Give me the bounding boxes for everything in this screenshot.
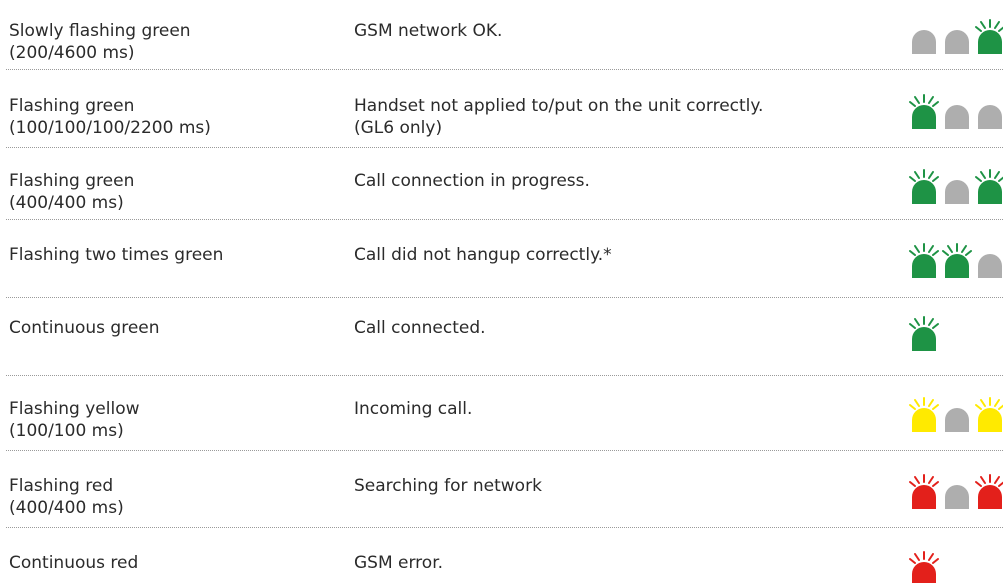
row-divider — [6, 147, 1003, 148]
led-state-cell: Flashing yellow (100/100 ms) — [9, 398, 339, 442]
led-lit-icon — [975, 474, 1003, 509]
row-divider — [6, 375, 1003, 376]
led-off-icon — [978, 105, 1002, 129]
led-meaning-cell: Incoming call. — [354, 398, 894, 420]
led-state-text: Slowly flashing green — [9, 21, 191, 41]
led-meaning-text: GSM error. — [354, 553, 444, 573]
led-state-text: Flashing two times green — [9, 245, 224, 265]
led-lit-icon — [909, 316, 939, 351]
led-lit-icon — [909, 243, 939, 278]
row-divider — [6, 69, 1003, 70]
led-lit-icon — [909, 474, 939, 509]
led-state-cell: Flashing two times green — [9, 244, 339, 266]
led-meaning-text: Incoming call. — [354, 399, 473, 419]
led-state-cell: Continuous green — [9, 317, 339, 339]
led-meaning-text: Call connected. — [354, 318, 486, 338]
led-state-cell: Flashing green (100/100/100/2200 ms) — [9, 95, 339, 139]
led-meaning-text: GSM network OK. — [354, 21, 503, 41]
led-state-text: Flashing yellow — [9, 399, 140, 419]
led-meaning-cell: GSM network OK. — [354, 20, 894, 42]
led-off-icon — [945, 30, 969, 54]
led-state-timing: (200/4600 ms) — [9, 43, 135, 63]
row-divider — [6, 450, 1003, 451]
led-lit-icon — [909, 169, 939, 204]
led-state-cell: Flashing green (400/400 ms) — [9, 170, 339, 214]
row-divider — [6, 297, 1003, 298]
led-off-icon — [945, 180, 969, 204]
led-lit-icon — [909, 94, 939, 129]
led-meaning-text: Handset not applied to/put on the unit c… — [354, 96, 764, 116]
led-state-timing: (400/400 ms) — [9, 498, 124, 518]
led-state-cell: Flashing red (400/400 ms) — [9, 475, 339, 519]
led-off-icon — [945, 408, 969, 432]
led-state-timing: (100/100/100/2200 ms) — [9, 118, 211, 138]
led-lit-icon — [975, 397, 1003, 432]
led-meaning-text: Call did not hangup correctly.* — [354, 245, 612, 265]
led-state-text: Continuous green — [9, 318, 160, 338]
led-meaning-cell: Call connected. — [354, 317, 894, 339]
led-off-icon — [945, 105, 969, 129]
led-meaning-cell: Call did not hangup correctly.* — [354, 244, 894, 266]
led-lit-icon — [909, 397, 939, 432]
led-state-text: Flashing green — [9, 171, 135, 191]
led-state-text: Flashing green — [9, 96, 135, 116]
led-state-timing: (400/400 ms) — [9, 193, 124, 213]
led-state-cell: Continuous red — [9, 552, 339, 574]
led-lit-icon — [975, 169, 1003, 204]
led-off-icon — [978, 254, 1002, 278]
led-state-text: Flashing red — [9, 476, 114, 496]
led-meaning-note: (GL6 only) — [354, 118, 443, 138]
led-meaning-cell: Call connection in progress. — [354, 170, 894, 192]
led-lit-icon — [942, 243, 972, 278]
led-off-icon — [912, 30, 936, 54]
row-divider — [6, 219, 1003, 220]
led-meaning-text: Call connection in progress. — [354, 171, 590, 191]
led-off-icon — [945, 485, 969, 509]
led-meaning-cell: Searching for network — [354, 475, 894, 497]
row-divider — [6, 527, 1003, 528]
led-lit-icon — [975, 19, 1003, 54]
led-meaning-cell: GSM error. — [354, 552, 894, 574]
led-status-table: Slowly flashing green (200/4600 ms) GSM … — [0, 0, 1003, 583]
led-lit-icon — [909, 551, 939, 583]
led-state-cell: Slowly flashing green (200/4600 ms) — [9, 20, 339, 64]
led-state-timing: (100/100 ms) — [9, 421, 124, 441]
led-meaning-text: Searching for network — [354, 476, 542, 496]
led-state-text: Continuous red — [9, 553, 139, 573]
led-meaning-cell: Handset not applied to/put on the unit c… — [354, 95, 894, 139]
